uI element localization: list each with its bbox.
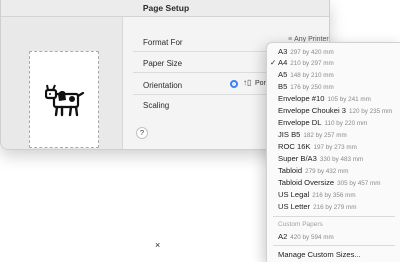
menu-item-b5[interactable]: B5 176 by 250 mm — [278, 81, 334, 92]
checkmark-icon: ✓ — [270, 58, 277, 67]
menu-item-custom-a2[interactable]: A2 420 by 594 mm — [278, 231, 334, 242]
menu-item-us-letter[interactable]: US Letter 216 by 279 mm — [278, 201, 356, 212]
menu-item-roc-16k[interactable]: ROC 16K 197 by 273 mm — [278, 141, 357, 152]
menu-item-envelope-choukei-3[interactable]: Envelope Choukei 3 120 by 235 mm — [278, 105, 392, 116]
orientation-portrait-radio[interactable] — [230, 80, 238, 88]
custom-papers-header: Custom Papers — [278, 221, 323, 228]
menu-item-tabloid[interactable]: Tabloid 279 by 432 mm — [278, 165, 348, 176]
orientation-label: Orientation — [143, 81, 183, 90]
dialog-title: Page Setup — [142, 3, 190, 13]
page-preview-pane — [1, 17, 122, 149]
close-icon[interactable]: × — [155, 240, 160, 250]
portrait-icon: ↑▯ — [243, 78, 252, 87]
menu-item-super-b-a3[interactable]: Super B/A3 330 by 483 mm — [278, 153, 363, 164]
menu-item-a4[interactable]: A4 210 by 297 mm — [278, 57, 334, 68]
menu-item-a5[interactable]: A5 148 by 210 mm — [278, 69, 334, 80]
menu-item-tabloid-oversize[interactable]: Tabloid Oversize 305 by 457 mm — [278, 177, 381, 188]
menu-separator — [273, 216, 395, 217]
paper-preview — [29, 51, 99, 148]
menu-item-jis-b5[interactable]: JIS B5 182 by 257 mm — [278, 129, 347, 140]
menu-item-envelope-dl[interactable]: Envelope DL 110 by 220 mm — [278, 117, 367, 128]
orientation-portrait-label: Por — [255, 80, 266, 87]
manage-custom-sizes-item[interactable]: Manage Custom Sizes... — [278, 249, 361, 260]
menu-item-us-legal[interactable]: US Legal 216 by 356 mm — [278, 189, 356, 200]
format-for-label: Format For — [143, 38, 183, 47]
paper-size-label: Paper Size — [143, 59, 183, 68]
dogcow-icon — [45, 84, 85, 117]
scaling-label: Scaling — [143, 101, 170, 110]
paper-size-menu: ✓ A3 297 by 420 mm A4 210 by 297 mm A5 148 … — [266, 42, 400, 262]
menu-item-envelope-10[interactable]: Envelope #10 105 by 241 mm — [278, 93, 371, 104]
menu-separator — [273, 245, 395, 246]
menu-item-a3[interactable]: A3 297 by 420 mm — [278, 46, 334, 57]
help-button[interactable]: ? — [136, 127, 148, 139]
